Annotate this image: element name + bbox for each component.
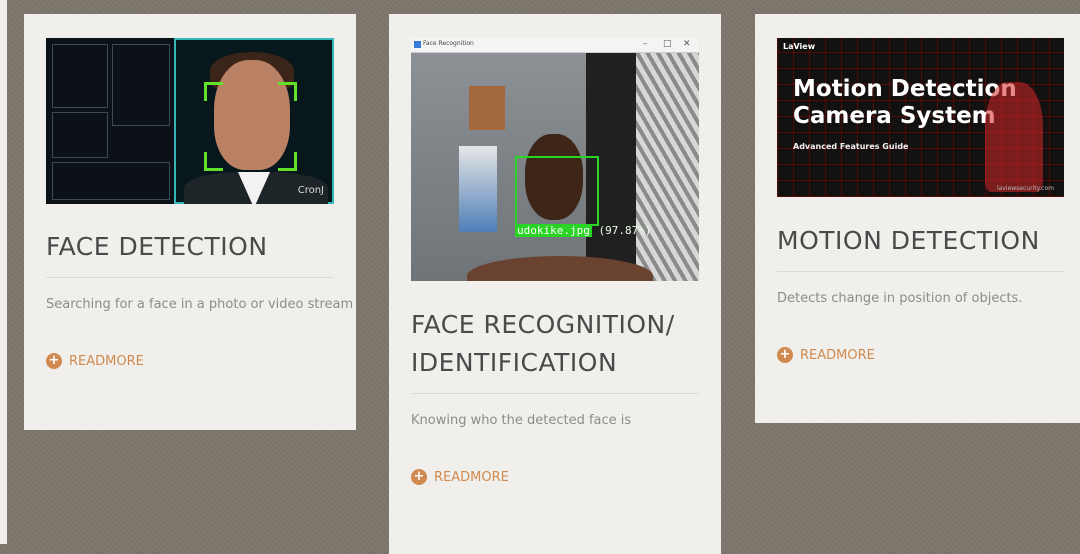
plus-circle-icon: + <box>777 347 793 363</box>
readmore-link[interactable]: + READMORE <box>411 469 509 485</box>
brand-logo: LaView <box>783 42 816 51</box>
plus-circle-icon: + <box>46 353 62 369</box>
image-headline: Motion Detection Camera System <box>793 76 1017 129</box>
image-subtitle: Advanced Features Guide <box>793 142 909 151</box>
face-recognition-image: udokike.jpg (97.87%) Face Recognition – … <box>411 38 699 281</box>
divider <box>411 393 699 394</box>
hud-panel <box>52 162 170 200</box>
image-credit: CronJ <box>297 185 324 196</box>
readmore-link[interactable]: + READMORE <box>46 353 144 369</box>
card-title: FACE DETECTION <box>46 232 268 261</box>
card-title: MOTION DETECTION <box>777 226 1040 255</box>
window-title: Face Recognition <box>423 40 474 47</box>
hud-panel <box>112 44 170 126</box>
close-icon[interactable]: ✕ <box>683 39 691 49</box>
detection-bracket <box>278 152 297 171</box>
poster <box>459 146 497 232</box>
curtain <box>636 52 699 281</box>
card-description: Detects change in position of objects. <box>777 291 1023 306</box>
face-photo: CronJ <box>174 38 334 204</box>
card-title-line1: FACE RECOGNITION/ <box>411 310 675 339</box>
image-url: laviewsecurity.com <box>997 185 1054 192</box>
moving-person-figure <box>985 82 1043 192</box>
motion-detection-image: LaView Motion Detection Camera System Ad… <box>777 38 1064 197</box>
plus-circle-icon: + <box>411 469 427 485</box>
card-description: Knowing who the detected face is <box>411 413 632 428</box>
app-icon <box>414 41 421 48</box>
detection-bracket <box>204 152 223 171</box>
minimize-icon[interactable]: – <box>643 39 648 49</box>
detection-bracket <box>204 82 223 101</box>
recognition-box <box>515 156 599 226</box>
readmore-label: READMORE <box>434 469 509 485</box>
divider <box>777 271 1064 272</box>
recognition-label: udokike.jpg (97.87%) <box>515 224 652 237</box>
maximize-icon[interactable]: □ <box>663 39 672 49</box>
left-edge-strip <box>0 0 7 544</box>
divider <box>46 277 334 278</box>
readmore-label: READMORE <box>69 353 144 369</box>
readmore-link[interactable]: + READMORE <box>777 347 875 363</box>
hud-panel <box>52 44 108 108</box>
detection-bracket <box>278 82 297 101</box>
readmore-label: READMORE <box>800 347 875 363</box>
face-detection-image: CronJ <box>46 38 334 204</box>
card-title-line2: IDENTIFICATION <box>411 348 618 377</box>
shelf <box>469 86 505 130</box>
hud-panel <box>52 112 108 158</box>
window-titlebar: Face Recognition – □ ✕ <box>411 38 699 53</box>
card-description: Searching for a face in a photo or video… <box>46 297 354 312</box>
